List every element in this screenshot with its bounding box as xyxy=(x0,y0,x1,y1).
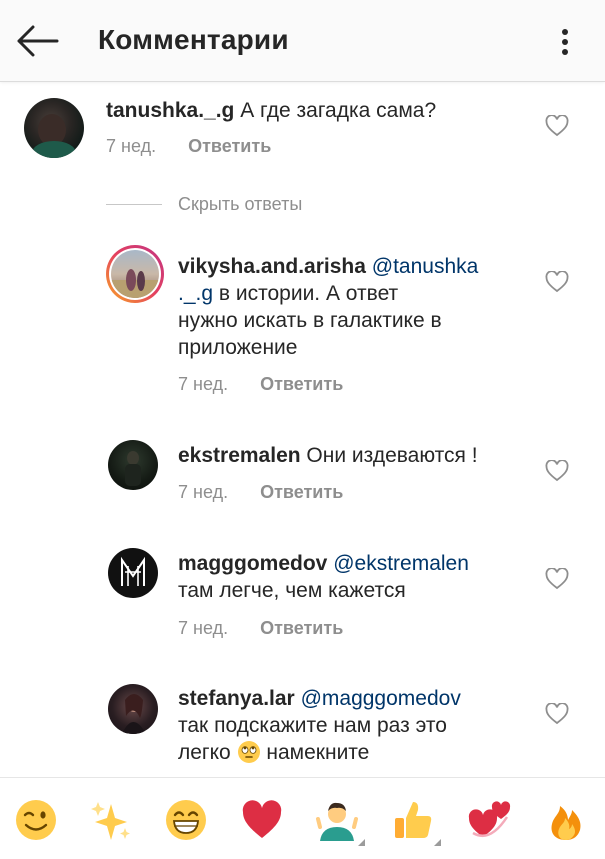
divider-line xyxy=(106,204,162,205)
like-button[interactable] xyxy=(544,567,570,591)
mention-link[interactable]: @magggomedov xyxy=(301,687,461,710)
comment-body: Они издеваются ! xyxy=(306,444,478,467)
winking-face-icon xyxy=(16,800,56,840)
comment-body: намекните xyxy=(266,741,370,764)
emoji-button[interactable] xyxy=(466,796,514,844)
comment-meta: 7 нед. Ответить xyxy=(106,136,271,157)
comment-body: там легче, чем кажется xyxy=(178,579,406,602)
mention-link[interactable]: @ekstremalen xyxy=(333,552,469,575)
reply-button[interactable]: Ответить xyxy=(260,374,343,394)
monogram-logo-icon xyxy=(121,556,145,586)
comment-meta: 7 нед. Ответить xyxy=(178,374,343,395)
heart-outline-icon xyxy=(545,568,569,590)
person-shrugging-icon xyxy=(316,802,358,841)
thumbs-up-icon xyxy=(395,802,432,838)
heart-outline-icon xyxy=(545,703,569,725)
comment-time: 7 нед. xyxy=(178,482,229,502)
comment-body: приложение xyxy=(178,336,298,359)
reply-button[interactable]: Ответить xyxy=(260,482,343,502)
skin-tone-indicator xyxy=(434,839,441,846)
app-header: Комментарии xyxy=(0,0,605,82)
arrow-left-icon xyxy=(17,25,59,57)
emoji-quick-reactions-bar xyxy=(0,777,605,859)
back-button[interactable] xyxy=(12,20,62,62)
comment-text: vikysha.and.arisha @tanushka ._.g в исто… xyxy=(178,253,518,361)
comment-meta: 7 нед. Ответить xyxy=(178,618,343,639)
emoji-button[interactable] xyxy=(542,796,590,844)
hide-replies-button[interactable]: Скрыть ответы xyxy=(106,194,302,215)
comment-body: легко xyxy=(178,741,231,764)
face-with-rolling-eyes-icon xyxy=(237,741,260,763)
comment-text: ekstremalen Они издеваются ! xyxy=(178,442,528,469)
skin-tone-indicator xyxy=(358,839,365,846)
like-button[interactable] xyxy=(544,114,570,138)
emoji-button[interactable] xyxy=(12,796,60,844)
emoji-button[interactable] xyxy=(313,796,365,846)
like-button[interactable] xyxy=(544,702,570,726)
mention-link[interactable]: ._.g xyxy=(178,282,213,305)
mention-link[interactable]: @tanushka xyxy=(372,255,479,278)
heart-outline-icon xyxy=(545,460,569,482)
emoji-button[interactable] xyxy=(162,796,210,844)
reply-button[interactable]: Ответить xyxy=(188,136,271,156)
comment-time: 7 нед. xyxy=(178,618,229,638)
heart-outline-icon xyxy=(545,271,569,293)
comment-username[interactable]: stefanya.lar xyxy=(178,687,295,710)
avatar-story-ring[interactable] xyxy=(106,245,164,303)
hide-replies-label: Скрыть ответы xyxy=(178,194,303,214)
heart-outline-icon xyxy=(545,115,569,137)
sparkles-icon xyxy=(91,802,130,840)
comment-username[interactable]: magggomedov xyxy=(178,552,327,575)
grinning-face-icon xyxy=(166,800,206,840)
comment-username[interactable]: ekstremalen xyxy=(178,444,301,467)
comment-time: 7 нед. xyxy=(106,136,157,156)
more-options-button[interactable] xyxy=(548,22,582,62)
red-heart-icon xyxy=(242,800,282,838)
comment-username[interactable]: vikysha.and.arisha xyxy=(178,255,366,278)
comment-body: нужно искать в галактике в xyxy=(178,309,442,332)
emoji-button[interactable] xyxy=(87,796,135,844)
comment-body: так подскажите нам раз это xyxy=(178,714,447,737)
emoji-button[interactable] xyxy=(238,796,286,844)
comment-username[interactable]: tanushka._.g xyxy=(106,99,234,122)
fire-icon xyxy=(551,806,581,840)
comment-body: А где загадка сама? xyxy=(240,99,437,122)
comment-meta: 7 нед. Ответить xyxy=(178,482,343,503)
comment-text: stefanya.lar @magggomedov так подскажите… xyxy=(178,685,528,766)
comment-text: magggomedov @ekstremalen там легче, чем … xyxy=(178,550,528,604)
like-button[interactable] xyxy=(544,270,570,294)
comment-time: 7 нед. xyxy=(178,374,229,394)
more-vertical-icon xyxy=(562,29,568,55)
emoji-button[interactable] xyxy=(389,796,441,846)
reply-button[interactable]: Ответить xyxy=(260,618,343,638)
avatar[interactable] xyxy=(108,440,158,490)
page-title: Комментарии xyxy=(98,24,289,55)
avatar[interactable] xyxy=(108,684,158,734)
comment-text: tanushka._.g А где загадка сама? xyxy=(106,97,526,124)
like-button[interactable] xyxy=(544,459,570,483)
comment-body: в истории. А ответ xyxy=(218,282,399,305)
avatar[interactable] xyxy=(108,548,158,598)
revolving-hearts-icon xyxy=(468,801,511,837)
avatar[interactable] xyxy=(24,98,84,158)
